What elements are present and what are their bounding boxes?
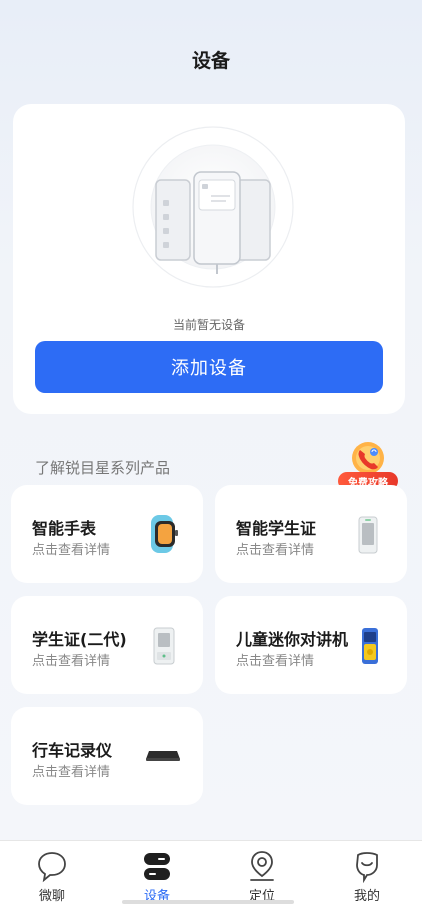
page-title: 设备 <box>191 50 230 72</box>
product-desc: 点击查看详情 <box>32 543 111 558</box>
empty-state-text: 当前暂无设备 <box>172 318 245 332</box>
no-device-illustration-icon <box>132 126 294 288</box>
product-name: 智能学生证 <box>236 519 317 538</box>
student-card-icon <box>358 516 378 554</box>
product-card-student-card[interactable]: 智能学生证 点击查看详情 <box>215 485 407 583</box>
home-indicator <box>122 900 294 904</box>
device-card: 当前暂无设备 添加设备 <box>13 104 405 414</box>
student-card-gen2-icon <box>153 627 175 665</box>
product-name: 智能手表 <box>32 519 97 538</box>
tab-chat[interactable]: 微聊 <box>22 841 82 906</box>
product-name: 行车记录仪 <box>32 741 113 760</box>
location-pin-icon <box>250 851 274 881</box>
device-icon <box>144 853 170 880</box>
tab-label: 我的 <box>353 889 380 904</box>
add-device-button[interactable]: 添加设备 <box>35 341 383 393</box>
product-card-dashcam[interactable]: 行车记录仪 点击查看详情 <box>11 707 203 805</box>
chat-bubble-icon <box>38 852 66 883</box>
product-desc: 点击查看详情 <box>236 654 315 669</box>
product-desc: 点击查看详情 <box>32 654 111 669</box>
tab-label: 微聊 <box>38 889 65 904</box>
profile-icon <box>356 852 378 883</box>
bottom-tab-bar: 微聊 设备 定位 我的 <box>0 840 422 906</box>
tab-location[interactable]: 定位 <box>232 841 292 906</box>
product-name: 儿童迷你对讲机 <box>236 630 349 649</box>
product-card-walkie-talkie[interactable]: 儿童迷你对讲机 点击查看详情 <box>215 596 407 694</box>
dashcam-icon <box>146 751 180 761</box>
free-guide-promo[interactable]: 免费攻略 <box>336 438 400 492</box>
smartwatch-icon <box>151 515 178 553</box>
product-name: 学生证(二代) <box>32 630 127 649</box>
product-desc: 点击查看详情 <box>32 765 111 780</box>
products-section-title: 了解锐目星系列产品 <box>35 459 171 477</box>
product-card-smartwatch[interactable]: 智能手表 点击查看详情 <box>11 485 203 583</box>
tab-device[interactable]: 设备 <box>127 841 187 906</box>
walkie-talkie-icon <box>362 628 378 664</box>
product-desc: 点击查看详情 <box>236 543 315 558</box>
tab-profile[interactable]: 我的 <box>337 841 397 906</box>
product-card-student-card-gen2[interactable]: 学生证(二代) 点击查看详情 <box>11 596 203 694</box>
